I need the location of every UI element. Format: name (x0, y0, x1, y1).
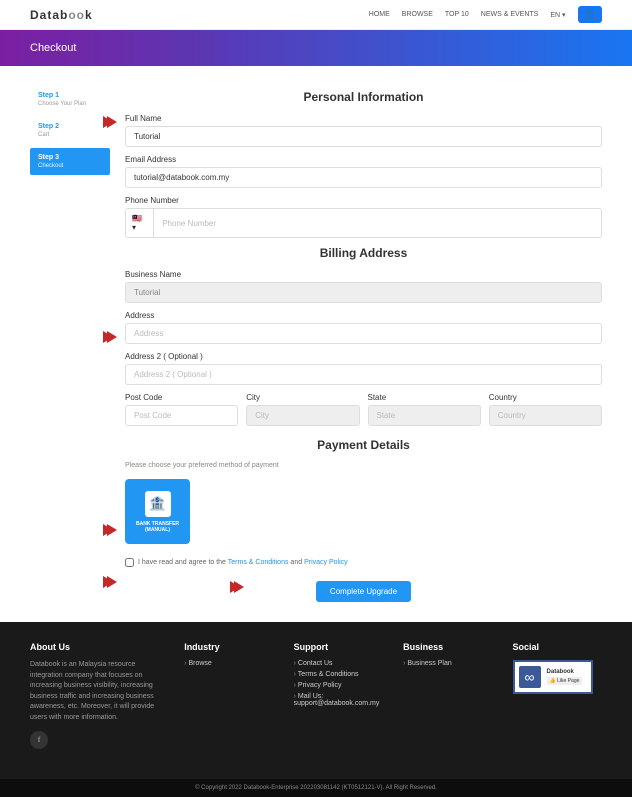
country-flag-select[interactable]: 🇲🇾 ▾ (125, 208, 153, 238)
step-2[interactable]: Step 2 Cart (30, 117, 110, 144)
city-input[interactable] (246, 405, 359, 426)
footer-industry-h: Industry (184, 642, 273, 652)
footer-support-h: Support (294, 642, 383, 652)
country-label: Country (489, 393, 602, 402)
footer-about-text: Databook is an Malaysia resource integra… (30, 660, 164, 723)
terms-link[interactable]: Terms & Conditions (228, 559, 289, 566)
footer-link[interactable]: Business Plan (403, 660, 492, 667)
section-payment: Payment Details (125, 438, 602, 452)
bank-transfer-icon: 🏦 (145, 491, 171, 517)
nav-browse[interactable]: BROWSE (402, 11, 433, 18)
footer: About Us Databook is an Malaysia resourc… (0, 622, 632, 779)
footer-link[interactable]: Mail Us:support@databook.com.my (294, 693, 383, 707)
pointer-icon (230, 581, 246, 593)
address2-label: Address 2 ( Optional ) (125, 352, 602, 361)
state-label: State (368, 393, 481, 402)
footer-link[interactable]: Contact Us (294, 660, 383, 667)
country-input[interactable] (489, 405, 602, 426)
agree-row: I have read and agree to the Terms & Con… (125, 558, 602, 567)
city-label: City (246, 393, 359, 402)
phone-label: Phone Number (125, 196, 602, 205)
infinity-icon: ∞ (519, 666, 541, 688)
section-billing: Billing Address (125, 246, 602, 260)
facebook-icon[interactable]: f (30, 731, 48, 749)
email-label: Email Address (125, 155, 602, 164)
section-personal: Personal Information (125, 90, 602, 104)
step-sidebar: Step 1 Choose Your Plan Step 2 Cart Step… (30, 86, 110, 602)
phone-input[interactable] (153, 208, 602, 238)
footer-about-h: About Us (30, 642, 164, 652)
step-3[interactable]: Step 3 Checkout (30, 148, 110, 175)
fullname-input[interactable] (125, 126, 602, 147)
state-input[interactable] (368, 405, 481, 426)
postcode-input[interactable] (125, 405, 238, 426)
logo[interactable]: Databook (30, 8, 93, 22)
address2-input[interactable] (125, 364, 602, 385)
footer-business-h: Business (403, 642, 492, 652)
fullname-label: Full Name (125, 114, 602, 123)
step-1[interactable]: Step 1 Choose Your Plan (30, 86, 110, 113)
business-input (125, 282, 602, 303)
business-label: Business Name (125, 270, 602, 279)
payment-hint: Please choose your preferred method of p… (125, 462, 602, 469)
footer-link[interactable]: Privacy Policy (294, 682, 383, 689)
nav-home[interactable]: HOME (369, 11, 390, 18)
nav-news[interactable]: NEWS & EVENTS (481, 11, 539, 18)
complete-upgrade-button[interactable]: Complete Upgrade (316, 581, 411, 602)
privacy-link[interactable]: Privacy Policy (304, 559, 348, 566)
hero-banner: Checkout (0, 30, 632, 66)
nav-lang[interactable]: EN ▾ (550, 11, 565, 19)
nav-top10[interactable]: TOP 10 (445, 11, 469, 18)
top-nav: Databook HOME BROWSE TOP 10 NEWS & EVENT… (0, 0, 632, 30)
postcode-label: Post Code (125, 393, 238, 402)
address-label: Address (125, 311, 602, 320)
copyright: © Copyright 2022 Databook-Enterprise 202… (0, 779, 632, 797)
user-icon[interactable]: 👤 (578, 6, 602, 23)
address-input[interactable] (125, 323, 602, 344)
facebook-widget[interactable]: ∞ Databook 👍 Like Page (513, 660, 593, 694)
page-title: Checkout (30, 42, 76, 54)
footer-link[interactable]: Browse (184, 660, 273, 667)
payment-bank-transfer[interactable]: 🏦 BANK TRANSFER (MANUAL) (125, 479, 190, 544)
footer-link[interactable]: Terms & Conditions (294, 671, 383, 678)
footer-social-h: Social (513, 642, 602, 652)
agree-checkbox[interactable] (125, 558, 134, 567)
email-input[interactable] (125, 167, 602, 188)
